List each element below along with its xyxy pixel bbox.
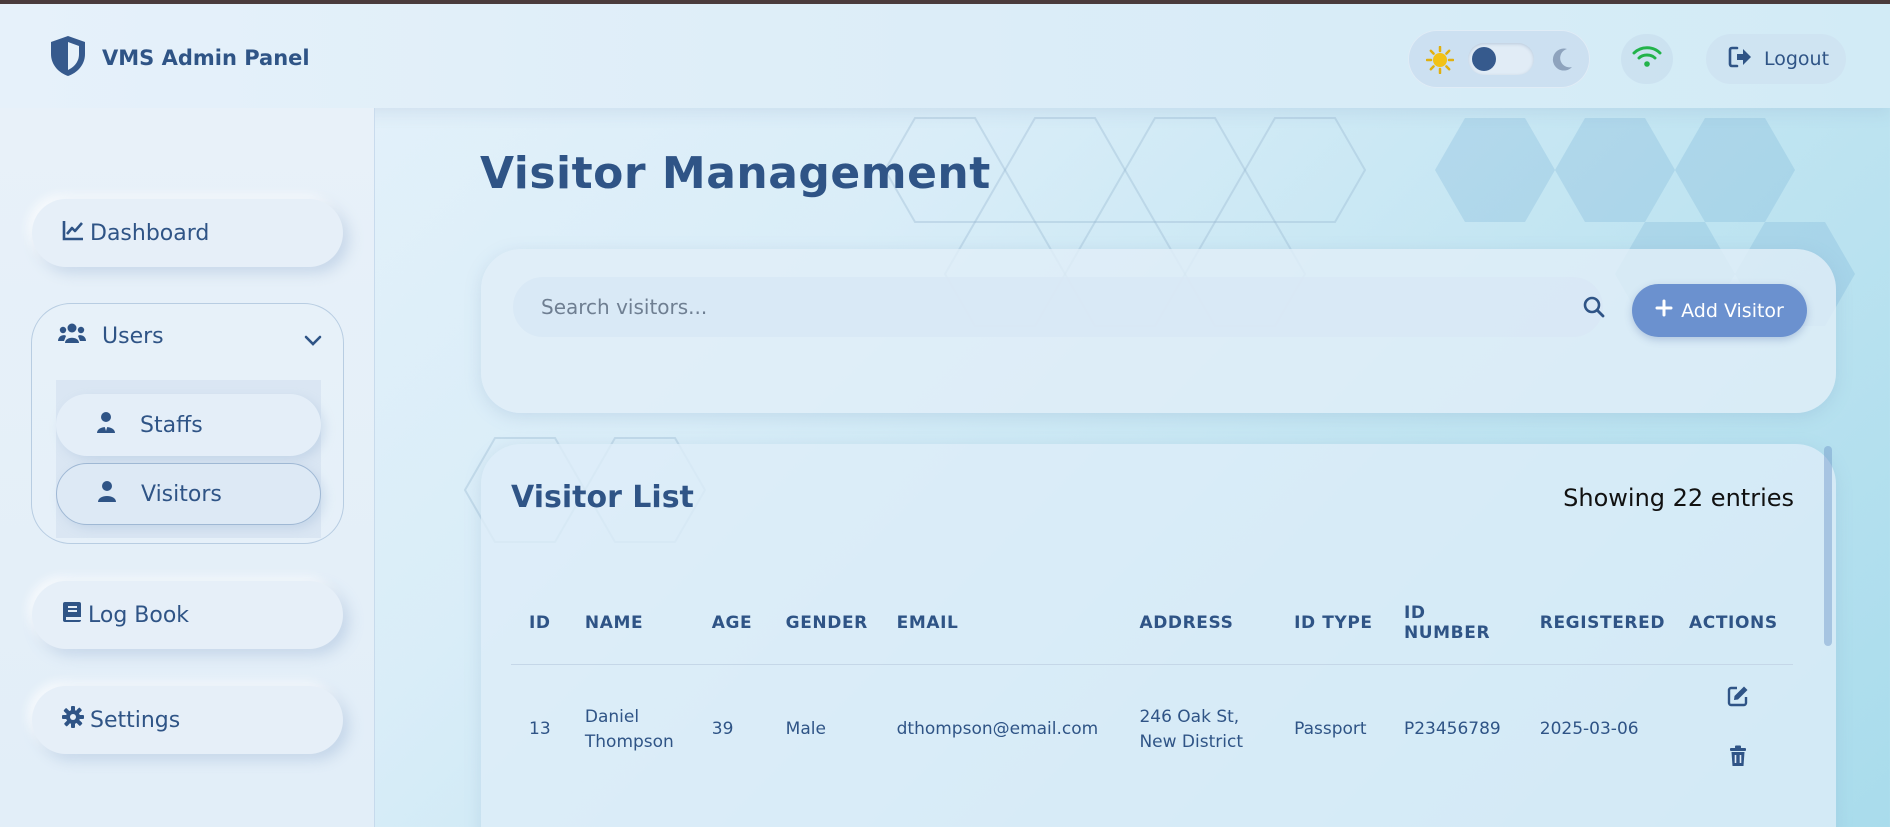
logout-button[interactable]: Logout bbox=[1706, 34, 1846, 84]
sidebar-item-label: Settings bbox=[90, 707, 181, 733]
column-header-registered[interactable]: REGISTERED bbox=[1521, 582, 1672, 665]
theme-toggle[interactable] bbox=[1408, 30, 1590, 88]
cell-address-line2: New District bbox=[1139, 731, 1243, 752]
wifi-icon bbox=[1632, 45, 1662, 73]
search-icon[interactable] bbox=[1583, 296, 1605, 322]
cell-name-line1: Daniel bbox=[584, 706, 640, 727]
users-icon bbox=[58, 322, 86, 350]
moon-icon bbox=[1552, 47, 1574, 75]
sidebar-item-dashboard[interactable]: Dashboard bbox=[32, 199, 343, 267]
users-submenu: Staffs Visitors bbox=[56, 380, 321, 538]
brand-title: VMS Admin Panel bbox=[102, 46, 310, 70]
cell-name-line2: Thompson bbox=[584, 731, 674, 752]
cell-name: Daniel Thompson bbox=[567, 664, 694, 795]
cell-actions bbox=[1671, 664, 1793, 795]
sidebar-item-label: Dashboard bbox=[90, 220, 210, 246]
entries-count: Showing 22 entries bbox=[1563, 484, 1794, 512]
scrollbar-thumb[interactable] bbox=[1824, 446, 1832, 646]
list-scrollbar[interactable] bbox=[1824, 444, 1834, 827]
column-header-id-type[interactable]: ID TYPE bbox=[1276, 582, 1386, 665]
logout-icon bbox=[1728, 46, 1752, 72]
visitor-table: ID NAME AGE GENDER EMAIL ADDRESS ID TYPE… bbox=[511, 582, 1793, 795]
sidebar-item-label: Visitors bbox=[141, 481, 222, 507]
chevron-down-icon[interactable] bbox=[304, 332, 322, 351]
cell-address-line1: 246 Oak St, bbox=[1139, 706, 1240, 727]
edit-icon[interactable] bbox=[1689, 685, 1787, 715]
cell-age: 39 bbox=[711, 719, 734, 739]
cell-address: 246 Oak St, New District bbox=[1121, 664, 1276, 795]
cell-id-number: P23456789 bbox=[1403, 719, 1501, 739]
add-visitor-label: Add Visitor bbox=[1681, 299, 1784, 322]
cell-id: 13 bbox=[529, 719, 551, 739]
column-header-id-number-line1: ID bbox=[1403, 602, 1426, 623]
column-header-id[interactable]: ID bbox=[511, 582, 567, 665]
column-header-id-number-line2: NUMBER bbox=[1403, 622, 1491, 643]
column-header-gender[interactable]: GENDER bbox=[767, 582, 879, 665]
cell-id-type: Passport bbox=[1294, 719, 1367, 739]
search-box bbox=[513, 277, 1605, 337]
sidebar-item-users[interactable]: Users bbox=[58, 322, 164, 350]
column-header-actions: ACTIONS bbox=[1671, 582, 1793, 665]
cell-gender: Male bbox=[785, 719, 826, 739]
user-icon bbox=[97, 480, 117, 508]
column-header-name[interactable]: NAME bbox=[566, 582, 694, 665]
cell-registered: 2025-03-06 bbox=[1539, 719, 1639, 739]
theme-switch[interactable] bbox=[1468, 43, 1534, 75]
column-header-age[interactable]: AGE bbox=[693, 582, 768, 665]
gear-icon bbox=[62, 706, 84, 734]
search-input[interactable] bbox=[541, 287, 1521, 327]
table-row: 13 Daniel Thompson 39 Male dthompson@ema… bbox=[511, 664, 1793, 795]
sidebar-item-settings[interactable]: Settings bbox=[32, 686, 343, 754]
list-title: Visitor List bbox=[511, 480, 694, 515]
visitor-list-card: Visitor List Showing 22 entries ID NAME … bbox=[481, 444, 1836, 827]
table-header-row: ID NAME AGE GENDER EMAIL ADDRESS ID TYPE… bbox=[511, 582, 1793, 665]
sidebar-item-logbook[interactable]: Log Book bbox=[32, 581, 343, 649]
cell-email: dthompson@email.com bbox=[896, 719, 1099, 739]
user-tie-icon bbox=[96, 411, 116, 439]
plus-icon bbox=[1655, 299, 1673, 322]
page-title: Visitor Management bbox=[480, 148, 991, 199]
sidebar-item-label: Staffs bbox=[140, 412, 203, 438]
search-card: Add Visitor bbox=[481, 249, 1836, 413]
logout-label: Logout bbox=[1764, 48, 1830, 70]
trash-icon[interactable] bbox=[1689, 745, 1787, 775]
sidebar-item-label: Users bbox=[102, 323, 164, 349]
theme-switch-knob bbox=[1472, 47, 1496, 71]
book-icon bbox=[62, 601, 82, 629]
sidebar: Dashboard Users Staffs Visitors Log Book… bbox=[0, 108, 375, 827]
column-header-email[interactable]: EMAIL bbox=[878, 582, 1122, 665]
column-header-address[interactable]: ADDRESS bbox=[1121, 582, 1277, 665]
sidebar-item-label: Log Book bbox=[88, 602, 190, 628]
sidebar-group-users: Users Staffs Visitors bbox=[31, 303, 344, 544]
top-header: VMS Admin Panel Logout bbox=[0, 4, 1890, 108]
column-header-id-number[interactable]: ID NUMBER bbox=[1385, 582, 1522, 665]
brand[interactable]: VMS Admin Panel bbox=[48, 34, 310, 82]
connection-status-button[interactable] bbox=[1621, 34, 1673, 84]
sun-icon bbox=[1425, 45, 1455, 78]
sidebar-item-staffs[interactable]: Staffs bbox=[56, 394, 321, 456]
sidebar-item-visitors[interactable]: Visitors bbox=[56, 463, 321, 525]
chart-line-icon bbox=[62, 219, 84, 247]
add-visitor-button[interactable]: Add Visitor bbox=[1632, 284, 1807, 337]
shield-icon bbox=[48, 34, 88, 82]
